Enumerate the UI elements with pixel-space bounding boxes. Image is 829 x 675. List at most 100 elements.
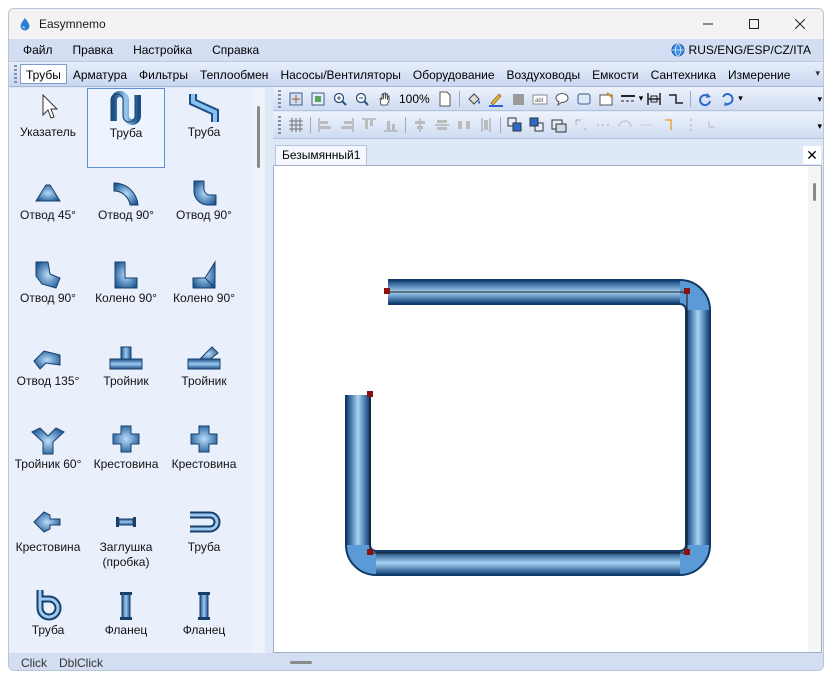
palette-pointer[interactable]: Указатель — [9, 88, 87, 168]
connector-button[interactable] — [645, 90, 663, 108]
pan-button[interactable] — [375, 90, 393, 108]
pipe-segment-left[interactable] — [347, 395, 369, 545]
align-right-button[interactable] — [338, 116, 356, 134]
palette-elbow-90b[interactable]: Отвод 90° — [165, 171, 243, 251]
canvas-scroll-thumb[interactable] — [813, 183, 816, 201]
palette-cross[interactable]: Крестовина — [87, 420, 165, 500]
close-button[interactable] — [777, 9, 823, 39]
menu-edit[interactable]: Правка — [63, 39, 124, 61]
center-horizontal-button[interactable] — [411, 116, 429, 134]
toolbar-overflow-icon[interactable]: ▾ — [817, 121, 822, 132]
palette-elbow-90[interactable]: Отвод 90° — [87, 171, 165, 251]
menu-settings[interactable]: Настройка — [123, 39, 202, 61]
menu-help[interactable]: Справка — [202, 39, 269, 61]
selection-handle[interactable] — [384, 288, 390, 294]
flip-button[interactable] — [718, 90, 736, 108]
pipe-drawing[interactable] — [274, 166, 809, 652]
align-top-button[interactable] — [360, 116, 378, 134]
zoom-in-button[interactable] — [331, 90, 349, 108]
snap-1-button[interactable] — [572, 116, 590, 134]
zoom-level[interactable]: 100% — [399, 92, 430, 106]
shadow-button[interactable] — [509, 90, 527, 108]
snap-3-button[interactable] — [616, 116, 634, 134]
palette-elbow-135[interactable]: Отвод 135° — [9, 337, 87, 417]
overflow-chevron-icon[interactable]: ▾ — [815, 68, 820, 79]
center-vertical-button[interactable] — [433, 116, 451, 134]
category-tab-plumbing[interactable]: Сантехника — [645, 64, 722, 84]
group-button[interactable] — [550, 116, 568, 134]
maximize-button[interactable] — [731, 9, 777, 39]
fit-selection-button[interactable] — [309, 90, 327, 108]
rotate-button[interactable] — [696, 90, 714, 108]
category-tab-heat-exchange[interactable]: Теплообмен — [194, 64, 274, 84]
snap-7-button[interactable] — [704, 116, 722, 134]
bring-front-button[interactable] — [506, 116, 524, 134]
category-tab-fittings[interactable]: Арматура — [67, 64, 133, 84]
document-tab[interactable]: Безымянный1 — [275, 145, 368, 165]
palette-cross-arrow[interactable]: Крестовина — [9, 503, 87, 583]
palette-knee-90b[interactable]: Колено 90° — [165, 254, 243, 334]
rectangle-button[interactable] — [575, 90, 593, 108]
line-style-dropdown-icon[interactable]: ▾ — [639, 93, 644, 104]
text-button[interactable]: abl — [531, 90, 549, 108]
palette-elbow-45[interactable]: Отвод 45° — [9, 171, 87, 251]
canvas-vertical-scrollbar[interactable] — [808, 166, 821, 652]
fit-page-button[interactable] — [287, 90, 305, 108]
pipe-segment-bottom[interactable] — [376, 552, 680, 574]
selection-handle[interactable] — [367, 549, 373, 555]
palette-tee-angle[interactable]: Тройник — [165, 337, 243, 417]
selection-handle[interactable] — [367, 391, 373, 397]
category-tab-filters[interactable]: Фильтры — [133, 64, 194, 84]
category-tab-pumps[interactable]: Насосы/Вентиляторы — [274, 64, 406, 84]
toolbar-grip[interactable] — [278, 89, 281, 108]
palette-elbow-90c[interactable]: Отвод 90° — [9, 254, 87, 334]
category-tab-measurement[interactable]: Измерение — [722, 64, 796, 84]
canvas-horizontal-scroll-thumb[interactable] — [290, 661, 312, 664]
grid-button[interactable] — [287, 116, 305, 134]
distribute-v-button[interactable] — [477, 116, 495, 134]
minimize-button[interactable] — [685, 9, 731, 39]
snap-2-button[interactable] — [594, 116, 612, 134]
align-left-button[interactable] — [316, 116, 334, 134]
distribute-h-button[interactable] — [455, 116, 473, 134]
align-bottom-button[interactable] — [382, 116, 400, 134]
toolbar-separator — [500, 117, 501, 133]
line-style-button[interactable] — [619, 90, 637, 108]
page-button[interactable] — [436, 90, 454, 108]
palette-scrollbar[interactable] — [252, 88, 265, 653]
snap-4-button[interactable] — [638, 116, 656, 134]
category-tab-equipment[interactable]: Оборудование — [407, 64, 501, 84]
palette-pipe-u[interactable]: Труба — [87, 88, 165, 168]
snap-5-button[interactable] — [660, 116, 678, 134]
category-tab-tanks[interactable]: Емкости — [586, 64, 645, 84]
zoom-out-button[interactable] — [353, 90, 371, 108]
palette-tee-60[interactable]: Тройник 60° — [9, 420, 87, 500]
snap-6-button[interactable] — [682, 116, 700, 134]
properties-button[interactable] — [597, 90, 615, 108]
palette-cross-b[interactable]: Крестовина — [165, 420, 243, 500]
rotate-dropdown-icon[interactable]: ▾ — [738, 93, 743, 104]
elbow-connector-button[interactable] — [667, 90, 685, 108]
fill-color-button[interactable] — [465, 90, 483, 108]
close-document-button[interactable]: ✕ — [803, 146, 821, 164]
line-color-button[interactable] — [487, 90, 505, 108]
category-tab-pipes[interactable]: Трубы — [20, 64, 67, 84]
send-back-button[interactable] — [528, 116, 546, 134]
toolbar-overflow-icon[interactable]: ▾ — [817, 94, 822, 105]
palette-knee-90[interactable]: Колено 90° — [87, 254, 165, 334]
toolbar-grip[interactable] — [14, 65, 17, 83]
selection-handle[interactable] — [684, 288, 690, 294]
drawing-canvas[interactable] — [273, 165, 822, 653]
selection-handle[interactable] — [684, 549, 690, 555]
palette-pipe-s[interactable]: Труба — [165, 88, 243, 168]
palette-pipe-return[interactable]: Труба — [165, 503, 243, 583]
pipe-segment-right[interactable] — [687, 310, 709, 545]
menu-file[interactable]: Файл — [13, 39, 63, 61]
palette-plug[interactable]: Заглушка (пробка) — [87, 503, 165, 583]
palette-scroll-thumb[interactable] — [257, 106, 260, 168]
category-tab-ducts[interactable]: Воздуховоды — [501, 64, 587, 84]
palette-tee[interactable]: Тройник — [87, 337, 165, 417]
language-selector[interactable]: RUS/ENG/ESP/CZ/ITA — [671, 39, 811, 61]
toolbar-grip[interactable] — [278, 116, 281, 134]
comment-button[interactable] — [553, 90, 571, 108]
